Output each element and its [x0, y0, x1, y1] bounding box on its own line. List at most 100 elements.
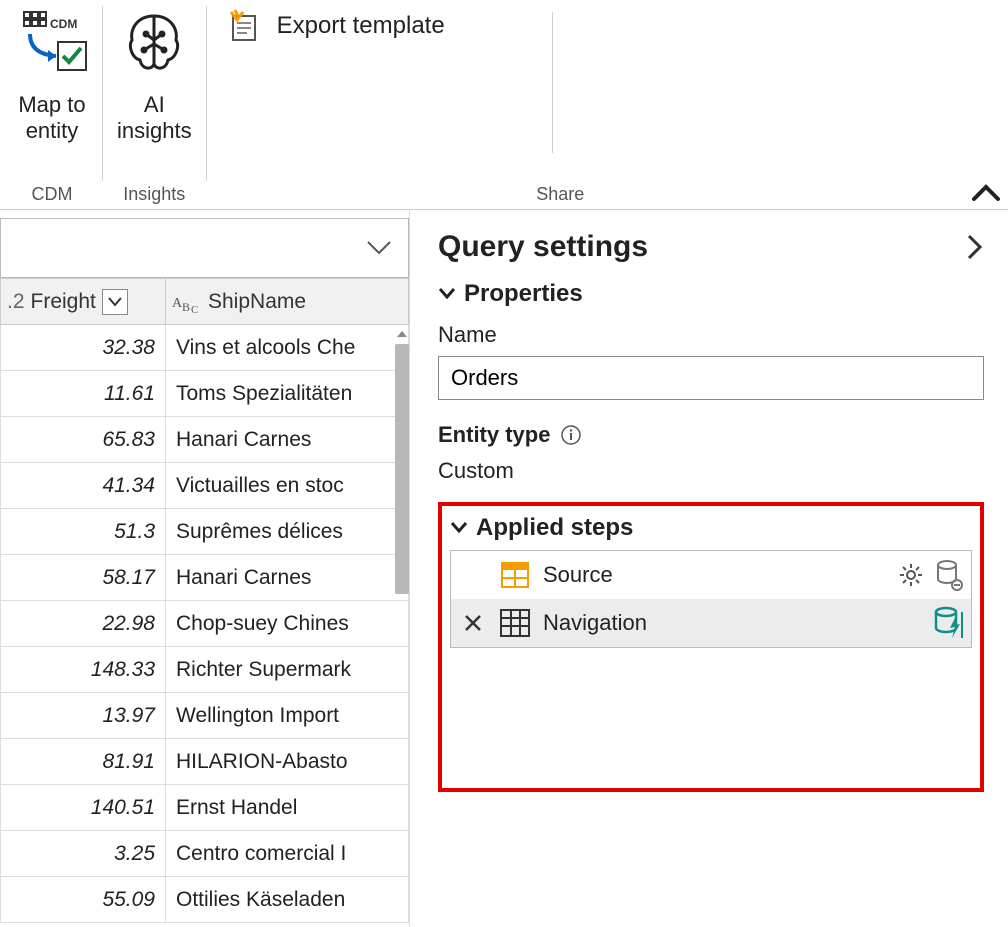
table-row[interactable]: 11.61Toms Spezialitäten [1, 371, 409, 417]
svg-text:C: C [191, 304, 198, 313]
applied-step-navigation[interactable]: Navigation [451, 599, 971, 647]
cell-freight[interactable]: 51.3 [1, 509, 166, 555]
applied-steps-title: Applied steps [476, 514, 633, 542]
database-lightning-icon[interactable] [933, 606, 963, 640]
collapse-ribbon-button[interactable] [972, 183, 1000, 203]
vertical-scrollbar[interactable] [395, 344, 409, 594]
cell-shipname[interactable]: Ernst Handel [166, 785, 409, 831]
cell-freight[interactable]: 140.51 [1, 785, 166, 831]
cell-freight[interactable]: 58.17 [1, 555, 166, 601]
data-preview-pane: .2 Freight [0, 210, 410, 927]
applied-steps-list: Source [450, 550, 972, 648]
datatype-decimal-icon: .2 [7, 290, 25, 314]
table-body: 32.38Vins et alcools Che11.61Toms Spezia… [1, 325, 409, 923]
map-to-entity-label: Map to entity [18, 92, 85, 145]
scroll-up-arrow-icon[interactable] [395, 328, 409, 340]
entity-type-label: Entity type [438, 422, 550, 448]
table-row[interactable]: 140.51Ernst Handel [1, 785, 409, 831]
cell-freight[interactable]: 81.91 [1, 739, 166, 785]
chevron-down-icon[interactable] [366, 239, 392, 257]
column-header-shipname[interactable]: A B C ShipName [166, 279, 409, 325]
cell-shipname[interactable]: Suprêmes délices [166, 509, 409, 555]
cell-shipname[interactable]: Toms Spezialitäten [166, 371, 409, 417]
properties-section: Properties Name Entity type Custom [438, 280, 984, 484]
query-name-input[interactable] [438, 356, 984, 400]
table-source-icon [497, 557, 533, 593]
database-remove-icon[interactable] [935, 559, 963, 591]
ribbon-group-label-share: Share [536, 184, 584, 209]
properties-section-title: Properties [464, 280, 583, 308]
column-header-freight[interactable]: .2 Freight [1, 279, 166, 325]
app-root: CDM Map to entity CDM [0, 0, 1008, 927]
cell-freight[interactable]: 41.34 [1, 463, 166, 509]
ribbon-group-insights: AI insights Insights [103, 0, 206, 209]
table-row[interactable]: 32.38Vins et alcools Che [1, 325, 409, 371]
table-wrapper: .2 Freight [0, 278, 409, 927]
cell-shipname[interactable]: HILARION-Abasto [166, 739, 409, 785]
applied-step-source[interactable]: Source [451, 551, 971, 599]
entity-type-value: Custom [438, 458, 984, 484]
applied-steps-highlight-box: Applied steps [438, 502, 984, 792]
cell-shipname[interactable]: Ottilies Käseladen [166, 877, 409, 923]
applied-steps-toggle[interactable]: Applied steps [450, 514, 972, 542]
query-settings-pane: Query settings Properties Name Entity ty… [410, 210, 1008, 927]
gear-icon[interactable] [897, 561, 925, 589]
ribbon-group-label-cdm: CDM [32, 184, 73, 209]
table-row[interactable]: 41.34Victuailles en stoc [1, 463, 409, 509]
svg-text:B: B [182, 300, 190, 313]
applied-step-label: Navigation [543, 610, 647, 636]
export-template-button[interactable]: Export template [221, 4, 451, 46]
info-icon[interactable] [560, 424, 582, 446]
ai-insights-button[interactable]: AI insights [111, 4, 198, 147]
table-row[interactable]: 51.3Suprêmes délices [1, 509, 409, 555]
cell-shipname[interactable]: Hanari Carnes [166, 555, 409, 601]
datatype-text-icon: A B C [172, 291, 202, 313]
cell-freight[interactable]: 65.83 [1, 417, 166, 463]
query-settings-header: Query settings [438, 230, 984, 264]
table-row[interactable]: 65.83Hanari Carnes [1, 417, 409, 463]
cell-shipname[interactable]: Hanari Carnes [166, 417, 409, 463]
table-row[interactable]: 55.09Ottilies Käseladen [1, 877, 409, 923]
delete-step-button[interactable] [459, 613, 487, 633]
ai-insights-label: AI insights [117, 92, 192, 145]
cell-freight[interactable]: 32.38 [1, 325, 166, 371]
table-row[interactable]: 148.33Richter Supermark [1, 647, 409, 693]
ribbon-group-share: Export template Share [207, 0, 1008, 209]
table-row[interactable]: 58.17Hanari Carnes [1, 555, 409, 601]
column-header-shipname-label: ShipName [208, 290, 306, 314]
cell-freight[interactable]: 148.33 [1, 647, 166, 693]
cell-shipname[interactable]: Chop-suey Chines [166, 601, 409, 647]
table-icon [497, 605, 533, 641]
table-row[interactable]: 13.97Wellington Import [1, 693, 409, 739]
table-row[interactable]: 22.98Chop-suey Chines [1, 601, 409, 647]
properties-section-toggle[interactable]: Properties [438, 280, 984, 308]
cell-shipname[interactable]: Wellington Import [166, 693, 409, 739]
cell-shipname[interactable]: Victuailles en stoc [166, 463, 409, 509]
chevron-right-icon[interactable] [966, 233, 984, 261]
cell-shipname[interactable]: Vins et alcools Che [166, 325, 409, 371]
cell-shipname[interactable]: Richter Supermark [166, 647, 409, 693]
formula-bar[interactable] [0, 218, 409, 278]
ribbon-separator [552, 12, 553, 153]
cell-freight[interactable]: 13.97 [1, 693, 166, 739]
entity-type-label-row: Entity type [438, 422, 984, 448]
data-table: .2 Freight [0, 278, 409, 923]
cell-freight[interactable]: 11.61 [1, 371, 166, 417]
export-template-label: Export template [277, 12, 445, 41]
column-filter-button[interactable] [102, 289, 128, 315]
ribbon: CDM Map to entity CDM [0, 0, 1008, 210]
name-label: Name [438, 322, 984, 348]
applied-step-label: Source [543, 562, 613, 588]
cell-freight[interactable]: 22.98 [1, 601, 166, 647]
query-settings-title: Query settings [438, 230, 648, 264]
cell-freight[interactable]: 3.25 [1, 831, 166, 877]
cell-freight[interactable]: 55.09 [1, 877, 166, 923]
column-header-freight-label: Freight [31, 290, 96, 314]
table-row[interactable]: 81.91HILARION-Abasto [1, 739, 409, 785]
cell-shipname[interactable]: Centro comercial I [166, 831, 409, 877]
map-to-entity-button[interactable]: CDM Map to entity [10, 4, 94, 147]
map-to-entity-icon: CDM [16, 6, 88, 86]
brain-icon [118, 6, 190, 86]
svg-text:CDM: CDM [50, 17, 77, 31]
table-row[interactable]: 3.25Centro comercial I [1, 831, 409, 877]
